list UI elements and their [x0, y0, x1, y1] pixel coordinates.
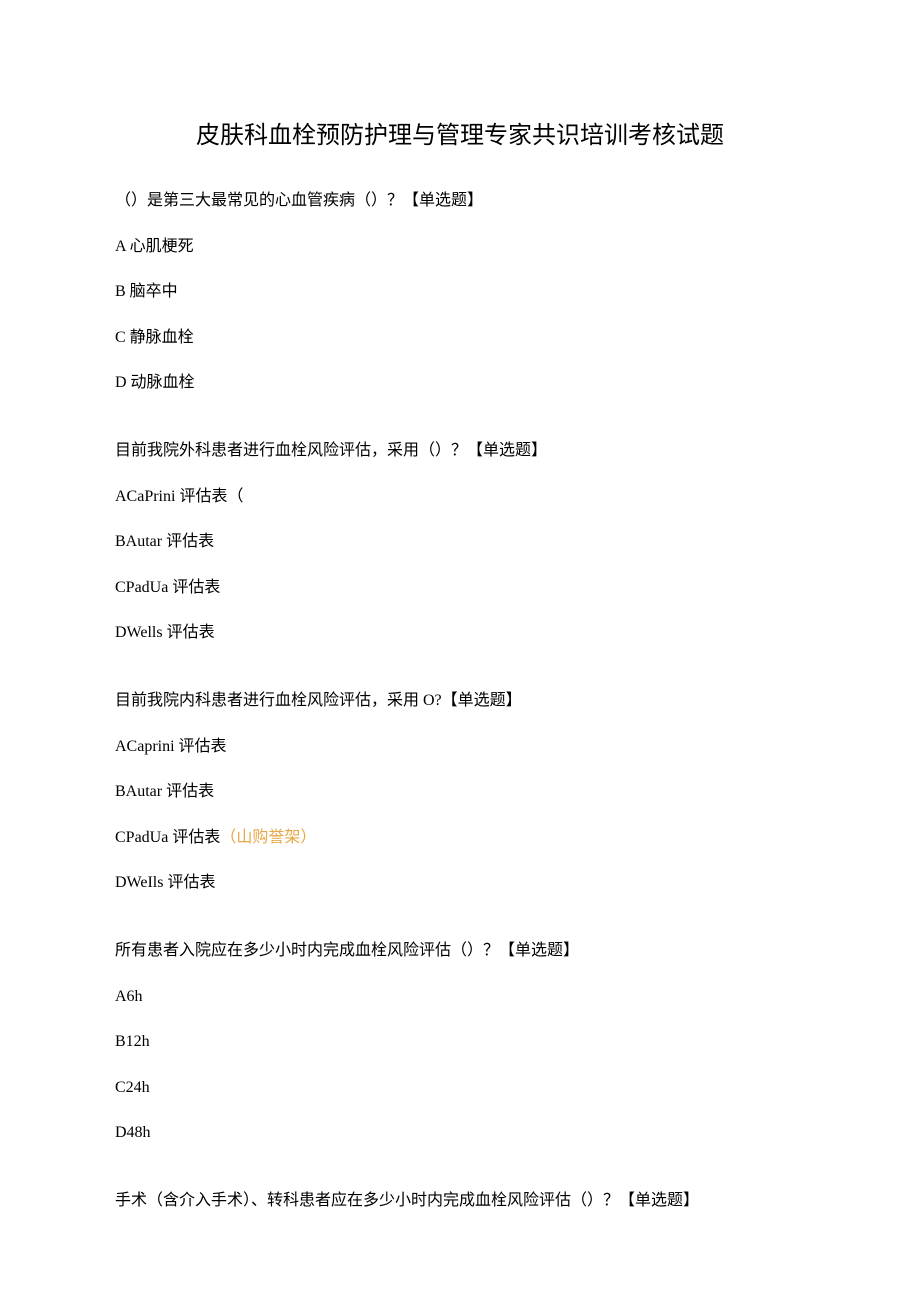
- option-b: BAutar 评估表: [115, 529, 805, 555]
- question-block-2: 目前我院外科患者进行血栓风险评估，采用（）？【单选题】 ACaPrini 评估表…: [115, 438, 805, 646]
- option-b: BAutar 评估表: [115, 779, 805, 805]
- option-c: CPadUa 评估表: [115, 575, 805, 601]
- option-c-text: CPadUa 评估表: [115, 829, 220, 846]
- option-b: B 脑卒中: [115, 279, 805, 305]
- option-d: D 动脉血栓: [115, 370, 805, 396]
- option-d: D48h: [115, 1120, 805, 1146]
- question-text-final: 手术（含介入手术）、转科患者应在多少小时内完成血栓风险评估（）？【单选题】: [115, 1188, 805, 1214]
- question-text: 所有患者入院应在多少小时内完成血栓风险评估（）？【单选题】: [115, 938, 805, 964]
- option-d: DWells 评估表: [115, 620, 805, 646]
- question-text: 目前我院外科患者进行血栓风险评估，采用（）？【单选题】: [115, 438, 805, 464]
- question-text: 目前我院内科患者进行血栓风险评估，采用 O?【单选题】: [115, 688, 805, 714]
- option-a: A 心肌梗死: [115, 234, 805, 260]
- document-page: 皮肤科血栓预防护理与管理专家共识培训考核试题 （）是第三大最常见的心血管疾病（）…: [0, 0, 920, 1273]
- option-d: DWeIls 评估表: [115, 870, 805, 896]
- option-c: C24h: [115, 1075, 805, 1101]
- option-a: ACaPrini 评估表（: [115, 484, 805, 510]
- option-a: ACaprini 评估表: [115, 734, 805, 760]
- option-c: CPadUa 评估表（山购誉架）: [115, 825, 805, 851]
- question-block-1: （）是第三大最常见的心血管疾病（）？【单选题】 A 心肌梗死 B 脑卒中 C 静…: [115, 188, 805, 396]
- option-c: C 静脉血栓: [115, 325, 805, 351]
- option-a: A6h: [115, 984, 805, 1010]
- question-block-4: 所有患者入院应在多少小时内完成血栓风险评估（）？【单选题】 A6h B12h C…: [115, 938, 805, 1146]
- page-title: 皮肤科血栓预防护理与管理专家共识培训考核试题: [115, 115, 805, 150]
- question-block-3: 目前我院内科患者进行血栓风险评估，采用 O?【单选题】 ACaprini 评估表…: [115, 688, 805, 896]
- question-text: （）是第三大最常见的心血管疾病（）？【单选题】: [115, 188, 805, 214]
- option-b: B12h: [115, 1029, 805, 1055]
- option-annotation: （山购誉架）: [220, 829, 316, 846]
